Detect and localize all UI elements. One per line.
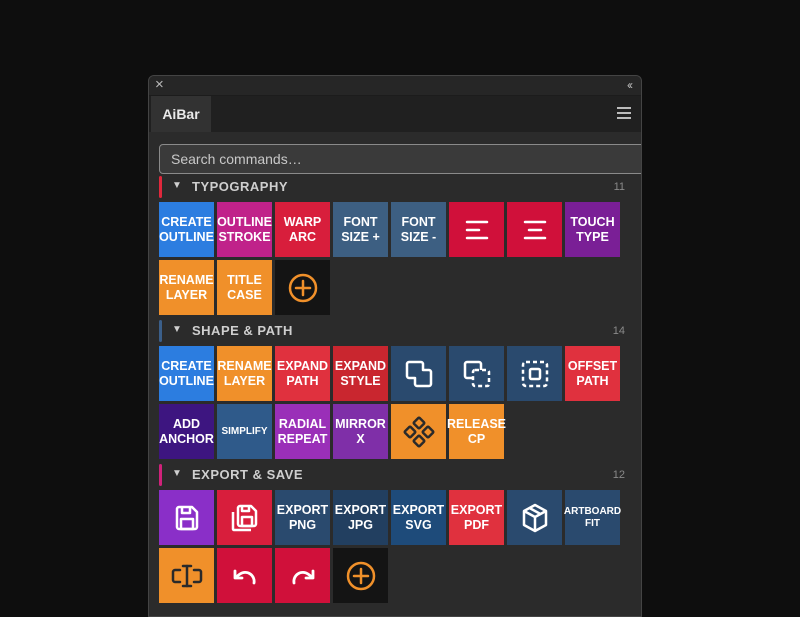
- rename-layer-button[interactable]: RENAME LAYER: [217, 346, 272, 401]
- unite-button[interactable]: [391, 346, 446, 401]
- tile-label: EXPORT JPG: [334, 502, 387, 532]
- save-as-button[interactable]: [217, 490, 272, 545]
- tile-label: CREATE OUTLINE: [159, 358, 214, 388]
- redo-button[interactable]: [275, 548, 330, 603]
- tile-label: FONT SIZE +: [341, 214, 380, 244]
- section-accent-bar: [159, 464, 162, 486]
- export-png-button[interactable]: EXPORT PNG: [275, 490, 330, 545]
- collapse-icon[interactable]: ‹‹: [627, 77, 633, 93]
- redo-icon: [288, 563, 318, 589]
- font-size-up-button[interactable]: FONT SIZE +: [333, 202, 388, 257]
- intersect-button[interactable]: [507, 346, 562, 401]
- tile-label: EXPORT SVG: [392, 502, 445, 532]
- radial-repeat-button[interactable]: RADIAL REPEAT: [275, 404, 330, 459]
- align-center-button[interactable]: [507, 202, 562, 257]
- tile-label: RENAME LAYER: [217, 358, 272, 388]
- save-icon: [172, 503, 202, 533]
- chevron-down-icon[interactable]: ▼: [172, 468, 182, 479]
- section-count: 14: [612, 325, 625, 337]
- tile-label: TOUCH TYPE: [570, 214, 615, 244]
- hamburger-menu-icon[interactable]: [617, 107, 631, 119]
- tab-aibar[interactable]: AiBar: [151, 96, 211, 132]
- undo-button[interactable]: [217, 548, 272, 603]
- rename-layer-button[interactable]: RENAME LAYER: [159, 260, 214, 315]
- release-cp-button[interactable]: RELEASE CP: [446, 404, 507, 459]
- tile-label: CREATE OUTLINE: [159, 214, 214, 244]
- simplify-button[interactable]: SIMPLIFY: [217, 404, 272, 459]
- create-outline-button[interactable]: CREATE OUTLINE: [159, 346, 214, 401]
- minus-front-icon: [461, 358, 493, 390]
- expand-path-button[interactable]: EXPAND PATH: [275, 346, 330, 401]
- tile-label: RENAME LAYER: [159, 272, 214, 302]
- panel-tabbar: AiBar: [149, 96, 641, 132]
- tile-label: EXPAND STYLE: [334, 358, 387, 388]
- tile-label: TITLE CASE: [227, 272, 262, 302]
- tile-label: MIRROR X: [335, 416, 386, 446]
- artboard-fit-button[interactable]: ARTBOARD FIT: [563, 490, 622, 545]
- panel-titlebar: × ‹‹: [149, 76, 641, 96]
- intersect-icon: [519, 358, 551, 390]
- align-left-icon: [464, 219, 490, 241]
- tile-label: OUTLINE STROKE: [217, 214, 272, 244]
- anchor-points-icon: [403, 416, 435, 448]
- mirror-x-button[interactable]: MIRROR X: [333, 404, 388, 459]
- tile-label: OFFSET PATH: [567, 358, 618, 388]
- close-icon[interactable]: ×: [155, 77, 164, 93]
- tile-label: WARP ARC: [283, 214, 322, 244]
- section-title: TYPOGRAPHY: [192, 179, 289, 194]
- tile-label: SIMPLIFY: [221, 425, 268, 437]
- offset-path-button[interactable]: OFFSET PATH: [565, 346, 620, 401]
- chevron-down-icon[interactable]: ▼: [172, 324, 182, 335]
- unite-shapes-icon: [403, 358, 435, 390]
- minus-front-button[interactable]: [449, 346, 504, 401]
- search-input[interactable]: [159, 144, 641, 174]
- plus-circle-icon: [345, 560, 377, 592]
- export-jpg-button[interactable]: EXPORT JPG: [333, 490, 388, 545]
- package-button[interactable]: [507, 490, 562, 545]
- create-outline-button[interactable]: CREATE OUTLINE: [159, 202, 214, 257]
- section-header[interactable]: ▼ EXPORT & SAVE 12: [159, 464, 631, 486]
- expand-style-button[interactable]: EXPAND STYLE: [333, 346, 388, 401]
- export-svg-button[interactable]: EXPORT SVG: [391, 490, 446, 545]
- save-button[interactable]: [159, 490, 214, 545]
- add-anchor-button[interactable]: ADD ANCHOR: [159, 404, 214, 459]
- add-command-button[interactable]: [275, 260, 330, 315]
- section-accent-bar: [159, 176, 162, 198]
- section-count: 12: [612, 469, 625, 481]
- export-pdf-button[interactable]: EXPORT PDF: [449, 490, 504, 545]
- package-icon: [519, 502, 551, 534]
- tile-label: RELEASE CP: [446, 416, 507, 446]
- add-command-button[interactable]: [333, 548, 388, 603]
- tile-label: EXPORT PNG: [276, 502, 329, 532]
- undo-icon: [230, 563, 260, 589]
- text-cursor-icon: [170, 561, 204, 591]
- text-cursor-button[interactable]: [159, 548, 214, 603]
- font-size-down-button[interactable]: FONT SIZE -: [391, 202, 446, 257]
- tile-label: ADD ANCHOR: [159, 416, 214, 446]
- section-count: 11: [613, 181, 625, 193]
- tile-label: ARTBOARD FIT: [563, 505, 622, 529]
- touch-type-button[interactable]: TOUCH TYPE: [565, 202, 620, 257]
- chevron-down-icon[interactable]: ▼: [172, 180, 182, 191]
- section-header[interactable]: ▼ TYPOGRAPHY 11: [159, 176, 631, 198]
- section-title: SHAPE & PATH: [192, 323, 293, 338]
- section-accent-bar: [159, 320, 162, 342]
- aibar-panel: × ‹‹ AiBar ▼ TYPOGRAPHY 11 CREATE OUTLINE…: [148, 75, 642, 617]
- section-title: EXPORT & SAVE: [192, 467, 304, 482]
- tile-label: RADIAL REPEAT: [277, 416, 328, 446]
- section-header[interactable]: ▼ SHAPE & PATH 14: [159, 320, 631, 342]
- tile-label: EXPORT PDF: [450, 502, 503, 532]
- anchor-points-button[interactable]: [391, 404, 446, 459]
- warp-arc-button[interactable]: WARP ARC: [275, 202, 330, 257]
- align-left-button[interactable]: [449, 202, 504, 257]
- title-case-button[interactable]: TITLE CASE: [217, 260, 272, 315]
- plus-circle-icon: [287, 272, 319, 304]
- align-center-icon: [522, 219, 548, 241]
- tile-label: FONT SIZE -: [400, 214, 437, 244]
- outline-stroke-button[interactable]: OUTLINE STROKE: [217, 202, 272, 257]
- tile-label: EXPAND PATH: [276, 358, 329, 388]
- save-as-icon: [229, 502, 261, 534]
